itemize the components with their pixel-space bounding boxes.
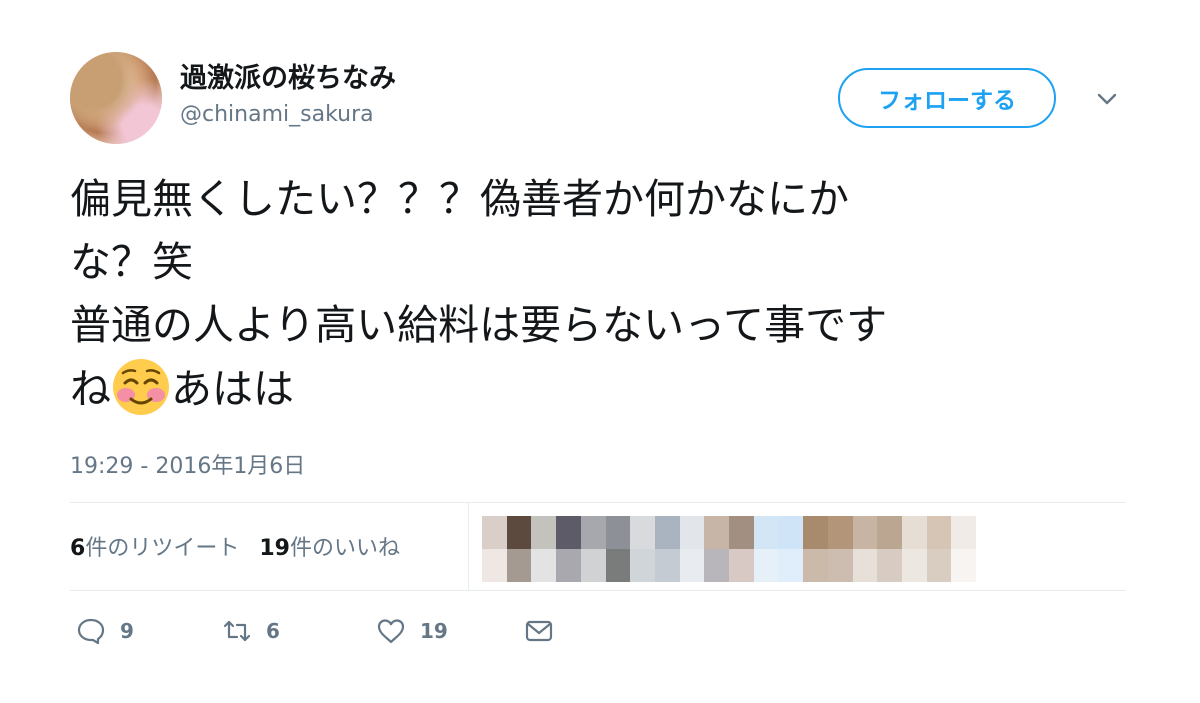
liker-avatar-tile	[605, 549, 631, 582]
reply-icon[interactable]	[76, 616, 106, 646]
display-name[interactable]: 過激派の桜ちなみ	[180, 56, 396, 95]
liker-avatar-tile	[506, 516, 532, 549]
chevron-down-icon[interactable]	[1094, 86, 1120, 112]
user-handle[interactable]: @chinami_sakura	[180, 102, 374, 127]
retweet-action[interactable]: 6	[222, 616, 376, 646]
tweet-line-4-prefix: ね	[70, 365, 111, 413]
liker-avatar-tile	[951, 516, 976, 549]
stats-separator	[468, 502, 469, 590]
tweet-line-4-suffix: あはは	[171, 365, 294, 413]
liker-avatar-tile	[803, 549, 828, 582]
divider-top	[70, 502, 1126, 503]
liker-avatar-tile	[778, 516, 804, 549]
liker-avatar-tile	[951, 549, 976, 582]
liker-avatar-tile	[753, 516, 779, 549]
tweet-line-1: 偏見無くしたい？？？偽善者か何かなにか	[70, 175, 849, 223]
liker-avatar-tile	[753, 549, 779, 582]
like-action[interactable]: 19	[376, 616, 524, 646]
liker-avatars[interactable]	[482, 516, 976, 582]
follow-button[interactable]: フォローする	[838, 68, 1056, 128]
tweet-timestamp[interactable]: 19:29 - 2016年1月6日	[70, 448, 305, 480]
liker-avatar-tile	[827, 516, 853, 549]
liker-avatar-tile	[926, 516, 952, 549]
envelope-icon[interactable]	[524, 616, 554, 646]
tweet-line-2: な？笑	[70, 238, 193, 286]
retweet-count: 6	[266, 619, 280, 643]
likes-stat[interactable]: 19件のいいね	[259, 530, 400, 562]
smiling-face-with-blush-icon	[113, 359, 169, 415]
liker-avatar-tile	[704, 516, 729, 549]
liker-avatar-tile	[654, 549, 680, 582]
liker-avatar-tile	[877, 516, 902, 549]
liker-avatar-tile	[901, 516, 927, 549]
liker-avatar-tile	[926, 549, 952, 582]
avatar[interactable]	[70, 52, 162, 144]
liker-avatar-tile	[852, 516, 878, 549]
liker-avatar-tile	[877, 549, 902, 582]
avatar-image	[70, 52, 162, 144]
reply-count: 9	[120, 619, 134, 643]
retweets-label: 件のリツイート	[85, 536, 240, 561]
liker-avatar-tile	[654, 516, 680, 549]
liker-avatar-tile	[827, 549, 853, 582]
retweet-icon[interactable]	[222, 616, 252, 646]
liker-avatar-tile	[679, 549, 705, 582]
tweet-line-3: 普通の人より高い給料は要らないって事です	[70, 301, 888, 349]
liker-avatar-tile	[580, 516, 606, 549]
liker-avatar-tile	[556, 516, 581, 549]
liker-avatar-tile	[729, 516, 754, 549]
liker-avatar-tile	[531, 516, 557, 549]
liker-avatar-tile	[704, 549, 729, 582]
tweet-actions: 9 6 19	[76, 616, 554, 646]
liker-avatar-tile	[605, 516, 631, 549]
liker-avatar-tile	[482, 549, 507, 582]
liker-avatar-tile	[531, 549, 557, 582]
likes-count: 19	[259, 536, 290, 561]
direct-message-action[interactable]	[524, 616, 554, 646]
heart-icon[interactable]	[376, 616, 406, 646]
likes-label: 件のいいね	[289, 536, 400, 561]
liker-avatar-tile	[901, 549, 927, 582]
retweets-count: 6	[70, 536, 86, 561]
like-count: 19	[420, 619, 448, 643]
retweets-stat[interactable]: 6件のリツイート	[70, 530, 239, 562]
liker-avatar-tile	[852, 549, 878, 582]
tweet-text: 偏見無くしたい？？？偽善者か何かなにか な？笑 普通の人より高い給料は要らないっ…	[70, 168, 1130, 421]
liker-avatar-tile	[482, 516, 507, 549]
engagement-stats: 6件のリツイート 19件のいいね	[70, 530, 400, 562]
liker-avatar-tile	[506, 549, 532, 582]
reply-action[interactable]: 9	[76, 616, 222, 646]
liker-avatar-tile	[803, 516, 828, 549]
liker-avatar-tile	[556, 549, 581, 582]
liker-avatar-tile	[729, 549, 754, 582]
divider-bottom	[70, 590, 1126, 591]
liker-avatar-tile	[679, 516, 705, 549]
liker-avatar-tile	[778, 549, 804, 582]
liker-avatar-tile	[630, 549, 655, 582]
liker-avatar-tile	[580, 549, 606, 582]
liker-avatar-tile	[630, 516, 655, 549]
